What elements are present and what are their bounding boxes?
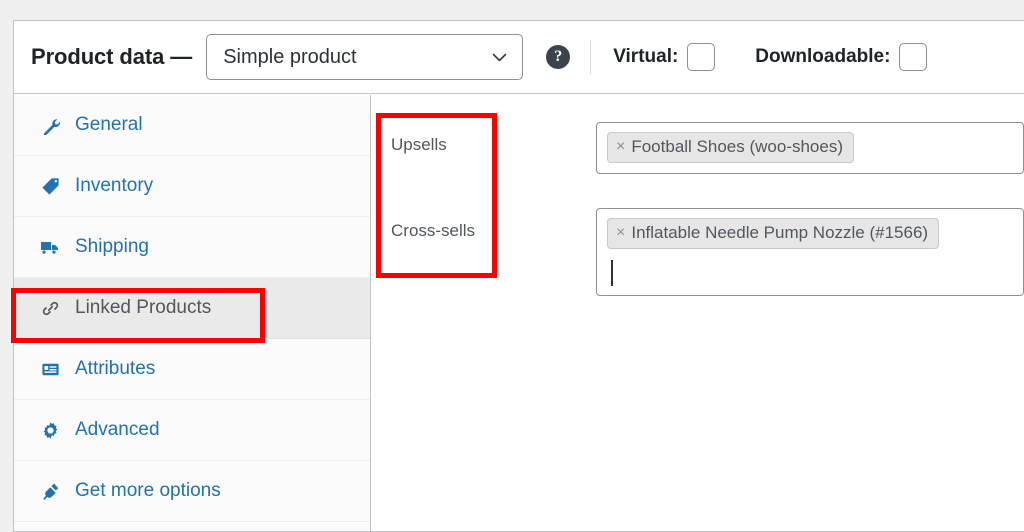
upsells-label: Upsells bbox=[391, 135, 447, 154]
remove-token-icon[interactable]: × bbox=[616, 139, 625, 155]
plugin-icon bbox=[39, 480, 61, 502]
sidebar-item-inventory[interactable]: Inventory bbox=[14, 156, 370, 217]
token-chip[interactable]: × Inflatable Needle Pump Nozzle (#1566) bbox=[607, 218, 940, 249]
sidebar-item-label: Get more options bbox=[75, 480, 221, 501]
virtual-toggle-group: Virtual: bbox=[613, 43, 716, 71]
link-icon bbox=[39, 297, 61, 319]
virtual-checkbox[interactable] bbox=[687, 43, 716, 71]
token-label: Inflatable Needle Pump Nozzle (#1566) bbox=[631, 223, 929, 242]
product-data-header: Product data — Simple product ? Virtual:… bbox=[14, 21, 1024, 94]
token-chip[interactable]: × Football Shoes (woo-shoes) bbox=[607, 132, 855, 163]
header-divider bbox=[590, 40, 592, 74]
sidebar-item-label: Attributes bbox=[75, 358, 156, 379]
downloadable-checkbox[interactable] bbox=[899, 43, 928, 71]
sidebar-item-label: Shipping bbox=[75, 236, 149, 257]
remove-token-icon[interactable]: × bbox=[616, 225, 625, 241]
token-label: Football Shoes (woo-shoes) bbox=[631, 137, 844, 156]
sidebar-item-label: General bbox=[75, 114, 143, 135]
wrench-icon bbox=[39, 114, 61, 136]
sidebar-item-label: Inventory bbox=[75, 175, 154, 196]
sidebar-item-linked-products[interactable]: Linked Products bbox=[14, 278, 370, 339]
help-circle-icon[interactable]: ? bbox=[546, 45, 571, 69]
crosssells-field-row: Cross-sells × Inflatable Needle Pump Noz… bbox=[372, 208, 1024, 296]
sidebar-item-label: Linked Products bbox=[75, 297, 212, 318]
product-type-value: Simple product bbox=[223, 45, 357, 68]
sidebar-item-attributes[interactable]: Attributes bbox=[14, 339, 370, 400]
sidebar-item-label: Advanced bbox=[75, 419, 160, 440]
downloadable-label: Downloadable: bbox=[755, 46, 891, 67]
sidebar-item-general[interactable]: General bbox=[14, 95, 370, 156]
virtual-label: Virtual: bbox=[613, 46, 679, 67]
product-data-tabs: General Inventory Shipping Linked Produc… bbox=[14, 95, 371, 531]
sidebar-item-advanced[interactable]: Advanced bbox=[14, 400, 370, 461]
list-view-icon bbox=[39, 358, 61, 380]
gear-icon bbox=[39, 419, 61, 441]
product-data-panel: Product data — Simple product ? Virtual:… bbox=[13, 20, 1024, 532]
crosssells-label: Cross-sells bbox=[391, 221, 476, 240]
text-cursor bbox=[611, 260, 613, 286]
product-type-select[interactable]: Simple product bbox=[206, 34, 524, 80]
sidebar-item-get-more-options[interactable]: Get more options bbox=[14, 461, 370, 522]
upsells-field-row: Upsells × Football Shoes (woo-shoes) bbox=[372, 122, 1024, 174]
sidebar-item-shipping[interactable]: Shipping bbox=[14, 217, 370, 278]
page-title: Product data — bbox=[31, 44, 193, 69]
downloadable-toggle-group: Downloadable: bbox=[755, 43, 928, 71]
chevron-down-icon bbox=[491, 49, 508, 66]
linked-products-panel: Upsells × Football Shoes (woo-shoes) Cro… bbox=[372, 95, 1024, 531]
upsells-input[interactable]: × Football Shoes (woo-shoes) bbox=[596, 122, 1024, 174]
crosssells-input[interactable]: × Inflatable Needle Pump Nozzle (#1566) bbox=[596, 208, 1024, 296]
truck-icon bbox=[39, 236, 61, 258]
tag-icon bbox=[39, 175, 61, 197]
